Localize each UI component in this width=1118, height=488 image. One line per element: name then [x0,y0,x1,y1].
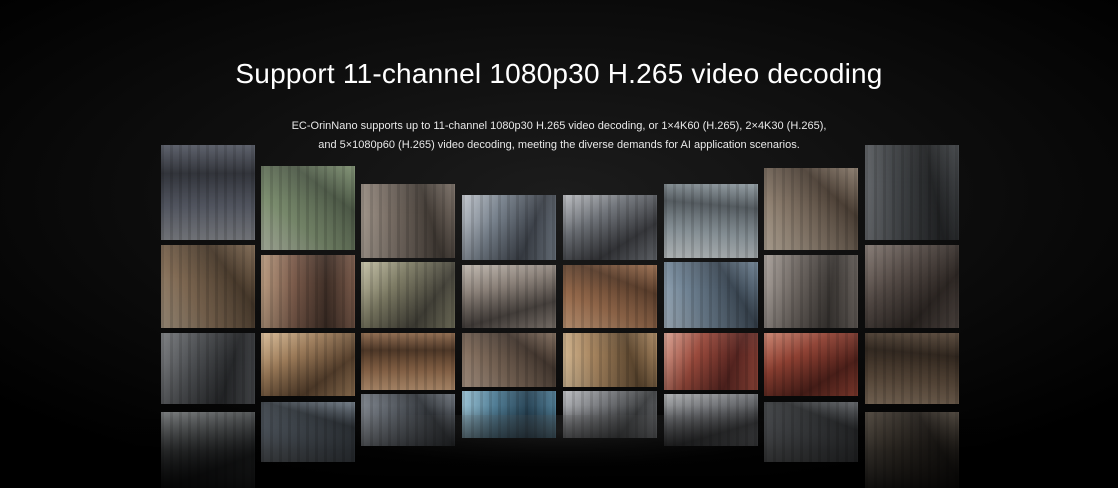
video-feed-traffic-cars [563,195,657,260]
video-feed-street-pedestrians [664,262,758,328]
video-feed-shopping-mall [664,184,758,258]
video-feed-cafeteria [563,391,657,438]
page: Support 11-channel 1080p30 H.265 video d… [0,0,1118,488]
video-feed-parking-garage [865,145,959,240]
video-feed-mall-atrium [161,245,255,328]
video-feed-red-store [764,333,858,396]
video-feed-city-street [261,402,355,462]
video-feed-retail-shelves [865,245,959,328]
video-feed-traffic-jam [462,195,556,260]
video-feed-highway-traffic [161,145,255,240]
video-feed-restaurant-entrance [865,333,959,404]
video-feed-lobby-interior [563,333,657,387]
video-feed-office-hall [664,394,758,446]
video-feed-city-road [361,184,455,258]
video-feed-indoor-parking [764,402,858,462]
video-feed-metro-station [563,265,657,328]
video-feed-red-showroom [664,333,758,390]
video-feed-road-camera [161,412,255,488]
video-feed-crowded-hall [462,265,556,328]
video-feed-store-display [261,333,355,396]
video-feed-road-traffic [261,166,355,250]
video-feed-escalator-mall [764,168,858,250]
video-feed-supermarket [261,255,355,328]
video-feed-parking-lot [161,333,255,404]
video-wall [0,0,1118,488]
video-feed-warehouse [865,412,959,488]
video-feed-shop-interior [764,255,858,328]
video-feed-plaza-crowd [462,333,556,387]
video-feed-building-lobby [361,394,455,446]
video-feed-restaurant [361,333,455,390]
video-feed-pool-area [462,391,556,438]
video-feed-store-aisle [361,262,455,328]
